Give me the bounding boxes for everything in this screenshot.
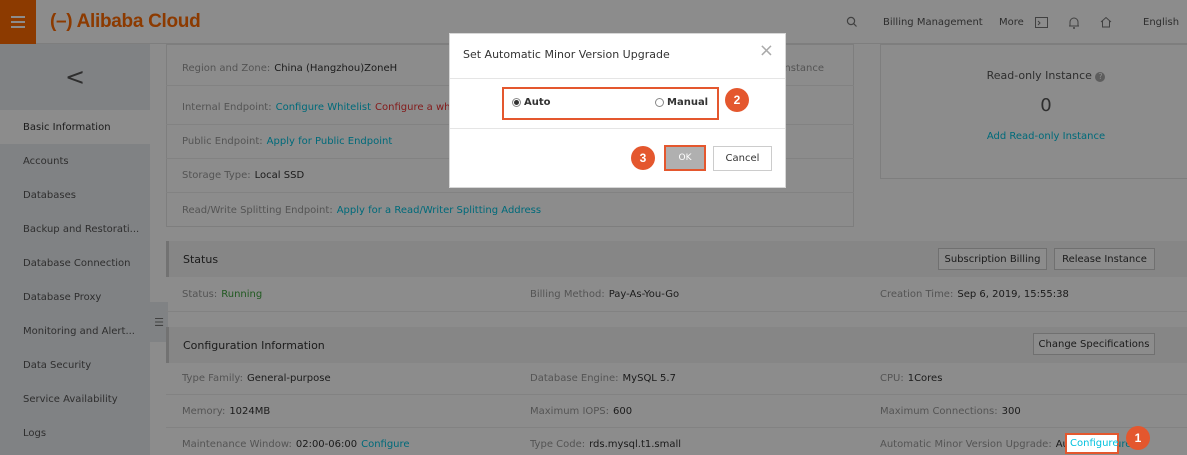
radio-manual-label: Manual — [667, 97, 709, 108]
callout-badge-1: 1 — [1126, 426, 1150, 450]
radio-manual[interactable]: Manual — [655, 97, 708, 108]
ok-button[interactable]: OK — [664, 145, 706, 171]
radio-checked-icon — [512, 98, 521, 107]
radio-auto-label: Auto — [524, 97, 551, 108]
highlighted-configure-link[interactable]: Configure — [1070, 438, 1118, 449]
upgrade-mode-radio-group: Auto Manual — [502, 87, 719, 120]
divider — [450, 78, 785, 79]
radio-unchecked-icon — [655, 98, 664, 107]
callout-badge-3: 3 — [631, 146, 655, 170]
callout-badge-2: 2 — [725, 88, 749, 112]
callout-highlight-configure: Configure — [1065, 433, 1119, 454]
cancel-button[interactable]: Cancel — [713, 146, 772, 171]
close-icon[interactable]: × — [759, 40, 774, 61]
divider — [450, 128, 785, 129]
dialog-title: Set Automatic Minor Version Upgrade — [463, 48, 670, 61]
radio-auto[interactable]: Auto — [512, 97, 551, 108]
